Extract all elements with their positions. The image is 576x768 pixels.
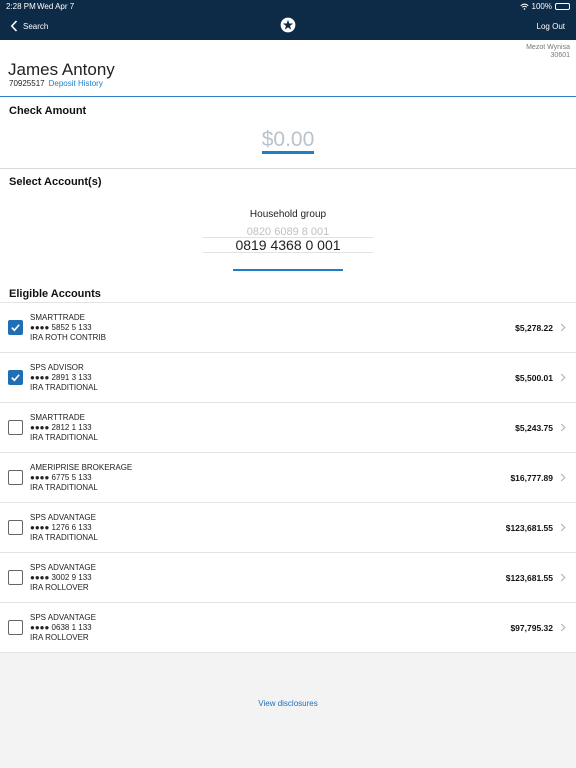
view-disclosures-link[interactable]: View disclosures <box>0 699 576 708</box>
account-name: SMARTTRADE <box>30 413 85 422</box>
account-details: SPS ADVANTAGE ●●●● 0638 1 133 IRA ROLLOVER <box>30 613 96 643</box>
checkmark-icon <box>11 374 20 382</box>
account-details: SPS ADVANTAGE ●●●● 3002 9 133 IRA ROLLOVER <box>30 563 96 593</box>
account-balance: $16,777.89 <box>510 473 553 483</box>
checkmark-icon <box>11 324 20 332</box>
account-checkbox[interactable] <box>8 420 23 435</box>
account-number: ●●●● 3002 9 133 <box>30 573 92 582</box>
account-checkbox[interactable] <box>8 570 23 585</box>
check-amount-heading: Check Amount <box>9 105 87 117</box>
account-checkbox[interactable] <box>8 470 23 485</box>
chevron-left-icon <box>10 20 18 32</box>
account-number: ●●●● 2812 1 133 <box>30 423 92 432</box>
account-row[interactable]: SPS ADVANTAGE ●●●● 3002 9 133 IRA ROLLOVER… <box>0 553 576 603</box>
account-type: IRA ROLLOVER <box>30 633 89 642</box>
account-type: IRA TRADITIONAL <box>30 433 98 442</box>
back-button[interactable]: Search <box>10 19 48 33</box>
account-row[interactable]: SMARTTRADE ●●●● 5852 5 133 IRA ROTH CONTRI… <box>0 303 576 353</box>
battery-icon <box>555 3 570 10</box>
account-details: SMARTTRADE ●●●● 5852 5 133 IRA ROTH CONTRI… <box>30 313 106 343</box>
account-name: AMERIPRISE BROKERAGE <box>30 463 133 472</box>
account-details: SPS ADVISOR ●●●● 2891 3 133 IRA TRADITIONA… <box>30 363 98 393</box>
section-divider <box>0 168 576 169</box>
household-group-label: Household group <box>249 209 327 220</box>
wifi-icon <box>519 3 529 10</box>
client-id: 70925517 <box>9 79 45 88</box>
chevron-right-icon[interactable] <box>560 423 566 432</box>
chevron-right-icon[interactable] <box>560 623 566 632</box>
eligible-accounts-list: SMARTTRADE ●●●● 5852 5 133 IRA ROTH CONTRI… <box>0 302 576 653</box>
ameriprise-logo-icon[interactable] <box>280 17 296 33</box>
back-button-label: Search <box>23 21 49 31</box>
deposit-history-link[interactable]: Deposit History <box>49 79 103 88</box>
account-row[interactable]: SPS ADVISOR ●●●● 2891 3 133 IRA TRADITIONA… <box>0 353 576 403</box>
account-type: IRA ROTH CONTRIB <box>30 333 107 342</box>
account-name: SPS ADVANTAGE <box>30 563 96 572</box>
client-name: James Antony <box>8 60 115 79</box>
household-picker-underline <box>233 269 343 271</box>
main-content: Mezot Wynisa 30601 James Antony 70925517… <box>0 40 576 653</box>
account-balance: $5,278.22 <box>515 323 553 333</box>
status-indicators: 100% <box>519 2 570 11</box>
account-name: SMARTTRADE <box>30 313 85 322</box>
account-details: AMERIPRISE BROKERAGE ●●●● 6775 5 133 IRA T… <box>30 463 132 493</box>
check-amount-underline <box>262 151 314 154</box>
account-balance: $123,681.55 <box>505 523 553 533</box>
advisor-info: Mezot Wynisa 30601 <box>526 44 570 60</box>
account-type: IRA ROLLOVER <box>30 583 89 592</box>
account-row[interactable]: SPS ADVANTAGE ●●●● 0638 1 133 IRA ROLLOVER… <box>0 603 576 653</box>
chevron-right-icon[interactable] <box>560 323 566 332</box>
chevron-right-icon[interactable] <box>560 573 566 582</box>
account-name: SPS ADVANTAGE <box>30 613 96 622</box>
account-checkbox[interactable] <box>8 320 23 335</box>
account-number: ●●●● 0638 1 133 <box>30 623 92 632</box>
account-row[interactable]: SPS ADVANTAGE ●●●● 1276 6 133 IRA TRADITIO… <box>0 503 576 553</box>
status-date: Wed Apr 7 <box>37 2 75 11</box>
account-name: SPS ADVANTAGE <box>30 513 96 522</box>
account-row[interactable]: SMARTTRADE ●●●● 2812 1 133 IRA TRADITIONAL… <box>0 403 576 453</box>
account-number: ●●●● 1276 6 133 <box>30 523 92 532</box>
account-balance: $123,681.55 <box>505 573 553 583</box>
account-type: IRA TRADITIONAL <box>30 483 98 492</box>
status-time: 2:28 PM <box>6 2 36 11</box>
account-row[interactable]: AMERIPRISE BROKERAGE ●●●● 6775 5 133 IRA T… <box>0 453 576 503</box>
chevron-right-icon[interactable] <box>560 473 566 482</box>
client-subheader: 70925517 Deposit History <box>9 79 103 88</box>
status-bar: 2:28 PM Wed Apr 7 100% <box>0 0 576 13</box>
account-type: IRA TRADITIONAL <box>30 383 98 392</box>
select-accounts-heading: Select Account(s) <box>9 176 102 188</box>
logout-button[interactable]: Log Out <box>537 22 565 31</box>
chevron-right-icon[interactable] <box>560 373 566 382</box>
chevron-right-icon[interactable] <box>560 523 566 532</box>
battery-percent: 100% <box>531 2 552 11</box>
account-balance: $5,500.01 <box>515 373 553 383</box>
household-picker-selected[interactable]: 0819 4368 0 001 <box>0 237 576 253</box>
account-checkbox[interactable] <box>8 620 23 635</box>
account-number: ●●●● 6775 5 133 <box>30 473 92 482</box>
advisor-name: Mezot Wynisa <box>526 44 570 51</box>
picker-divider-bottom <box>203 252 373 253</box>
account-name: SPS ADVISOR <box>30 363 84 372</box>
eligible-accounts-heading: Eligible Accounts <box>9 288 101 300</box>
account-details: SMARTTRADE ●●●● 2812 1 133 IRA TRADITIONAL <box>30 413 98 443</box>
header-divider <box>0 96 576 97</box>
advisor-code: 30601 <box>550 52 570 59</box>
account-type: IRA TRADITIONAL <box>30 533 98 542</box>
account-checkbox[interactable] <box>8 520 23 535</box>
account-balance: $5,243.75 <box>515 423 553 433</box>
account-checkbox[interactable] <box>8 370 23 385</box>
check-amount-input[interactable]: $0.00 <box>0 128 576 152</box>
account-number: ●●●● 5852 5 133 <box>30 323 92 332</box>
top-navigation-bar: 2:28 PM Wed Apr 7 100% Search Log Out <box>0 0 576 40</box>
account-balance: $97,795.32 <box>510 623 553 633</box>
account-details: SPS ADVANTAGE ●●●● 1276 6 133 IRA TRADITIO… <box>30 513 98 543</box>
account-number: ●●●● 2891 3 133 <box>30 373 92 382</box>
